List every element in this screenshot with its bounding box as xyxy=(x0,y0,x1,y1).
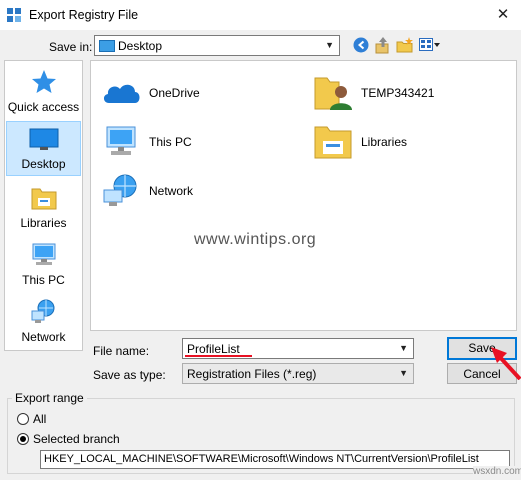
desktop-icon xyxy=(29,128,58,150)
all-radio-label: All xyxy=(33,412,47,426)
list-item-network[interactable]: Network xyxy=(101,171,281,211)
save-in-value: Desktop xyxy=(118,39,163,53)
star-icon xyxy=(31,70,56,93)
list-item-label: OneDrive xyxy=(149,86,200,100)
back-arrow-icon[interactable] xyxy=(353,37,369,53)
save-in-label: Save in: xyxy=(49,40,93,54)
underline-annotation xyxy=(185,355,252,357)
export-range-title: Export range xyxy=(12,391,87,405)
sidebar-item-libraries[interactable]: Libraries xyxy=(6,179,81,234)
list-item-this-pc[interactable]: This PC xyxy=(101,122,281,162)
registry-editor-icon xyxy=(7,8,21,22)
sidebar-item-label: Quick access xyxy=(7,100,80,114)
list-item-temp343421[interactable]: TEMP343421 xyxy=(313,73,503,113)
site-watermark: wsxdn.com xyxy=(473,466,521,477)
network-icon xyxy=(103,174,137,206)
sidebar-item-desktop[interactable]: Desktop xyxy=(6,121,81,176)
sidebar-item-label: This PC xyxy=(22,273,65,287)
up-folder-icon[interactable] xyxy=(374,36,392,54)
libraries-icon xyxy=(314,126,352,159)
file-list: OneDrive TEMP343421 This PC Libraries Ne… xyxy=(90,60,517,331)
title-bar: Export Registry File ✕ xyxy=(0,0,521,30)
desktop-folder-icon xyxy=(99,40,115,52)
sidebar-item-network[interactable]: Network xyxy=(6,293,81,348)
sidebar-item-this-pc[interactable]: This PC xyxy=(6,236,81,291)
user-folder-icon xyxy=(314,77,352,110)
close-button[interactable]: ✕ xyxy=(488,2,518,26)
onedrive-icon xyxy=(103,84,140,103)
branch-path-field[interactable]: HKEY_LOCAL_MACHINE\SOFTWARE\Microsoft\Wi… xyxy=(40,450,510,469)
chevron-down-icon: ▼ xyxy=(325,40,334,50)
save-type-label: Save as type: xyxy=(93,368,166,382)
view-menu-icon[interactable] xyxy=(419,37,441,53)
list-item-label: Network xyxy=(149,184,194,198)
new-folder-icon[interactable] xyxy=(396,36,414,54)
list-item-onedrive[interactable]: OneDrive xyxy=(101,73,281,113)
all-radio[interactable] xyxy=(17,413,29,425)
list-item-libraries[interactable]: Libraries xyxy=(313,122,503,162)
list-item-label: This PC xyxy=(149,135,192,149)
sidebar-item-label: Network xyxy=(21,330,66,344)
selected-branch-label: Selected branch xyxy=(33,432,120,446)
save-in-dropdown[interactable]: Desktop ▼ xyxy=(94,35,340,56)
red-arrow-annotation xyxy=(491,347,521,380)
chevron-down-icon: ▼ xyxy=(399,343,408,353)
watermark-text: www.wintips.org xyxy=(194,231,317,248)
file-name-label: File name: xyxy=(93,344,150,358)
selected-branch-radio[interactable] xyxy=(17,433,29,445)
close-icon: ✕ xyxy=(496,6,510,23)
sidebar-item-label: Desktop xyxy=(21,157,66,171)
chevron-down-icon: ▼ xyxy=(399,368,408,378)
sidebar-item-quick-access[interactable]: Quick access xyxy=(6,63,81,118)
list-item-label: Libraries xyxy=(361,135,408,149)
sidebar-item-label: Libraries xyxy=(20,216,67,230)
save-type-value: Registration Files (*.reg) xyxy=(187,367,317,381)
libraries-icon xyxy=(31,188,56,210)
network-icon xyxy=(31,299,54,323)
computer-icon xyxy=(32,243,55,265)
window-title: Export Registry File xyxy=(29,8,139,22)
computer-icon xyxy=(106,126,136,155)
save-type-dropdown[interactable]: Registration Files (*.reg) ▼ xyxy=(182,363,414,384)
navigation-sidebar: Quick access Desktop Libraries This PC N… xyxy=(4,60,83,351)
list-item-label: TEMP343421 xyxy=(361,86,435,100)
